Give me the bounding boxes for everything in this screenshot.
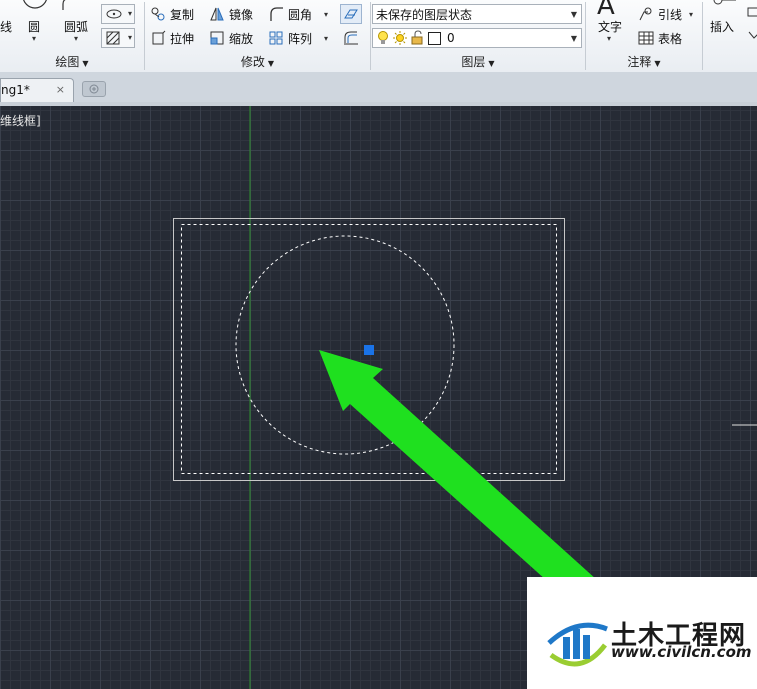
civilcn-logo — [547, 622, 608, 667]
circle-tool[interactable]: 圆 — [28, 16, 40, 36]
layer-color-swatch — [428, 31, 441, 45]
leader-button[interactable]: 引线 ▾ — [638, 4, 693, 24]
unlock-icon — [411, 30, 423, 45]
document-tab-bar: ng1* × — [0, 72, 757, 103]
circle-icon[interactable] — [22, 0, 48, 17]
modify-panel-title[interactable]: 修改 ▼ — [145, 54, 370, 70]
stretch-button[interactable]: 拉伸 — [150, 28, 194, 48]
text-dropdown[interactable]: ▾ — [607, 34, 611, 43]
arc-tool[interactable]: 圆弧 — [64, 16, 88, 36]
bulb-icon — [378, 31, 388, 44]
leader-label: 引线 — [658, 7, 683, 22]
ellipse-icon — [106, 9, 122, 19]
array-label: 阵列 — [288, 31, 313, 46]
text-label: 文字 — [598, 19, 623, 34]
ellipse-button[interactable]: ▾ — [101, 4, 135, 24]
fillet-icon — [270, 7, 283, 21]
explode-button[interactable] — [340, 4, 362, 24]
text-tool[interactable]: 文字 — [598, 16, 622, 36]
stretch-label: 拉伸 — [170, 31, 195, 46]
offset-button[interactable] — [340, 28, 362, 48]
insert-button[interactable]: 插入 — [710, 16, 734, 36]
arc-dropdown[interactable]: ▾ — [74, 34, 78, 43]
insert-label: 插入 — [710, 19, 735, 34]
watermark-box: 土木工程网 www.civilcn.com — [527, 577, 757, 689]
close-icon[interactable]: × — [56, 79, 65, 101]
line-tool[interactable]: 线 — [0, 16, 12, 36]
doc-tab-label: ng1* — [1, 83, 30, 97]
leader-icon — [639, 7, 652, 21]
create-block-icon[interactable] — [746, 4, 757, 47]
layer-panel-title[interactable]: 图层 ▼ — [371, 54, 585, 70]
stretch-icon — [152, 30, 166, 45]
copy-icon — [151, 7, 165, 21]
scale-icon — [210, 31, 224, 45]
hatch-icon — [106, 31, 120, 45]
table-label: 表格 — [658, 31, 683, 46]
insert-block-icon[interactable] — [706, 0, 740, 13]
new-tab-button[interactable] — [82, 81, 106, 97]
scale-label: 缩放 — [229, 31, 254, 46]
ribbon: 线 圆 ▾ 圆弧 ▾ ▾ ▾ 绘图 ▼ 复制 镜像 圆角 ▾ 拉伸 缩放 阵列 … — [0, 0, 757, 73]
layer-state-value: 未保存的图层状态 — [376, 7, 473, 22]
mirror-icon — [210, 7, 224, 21]
sun-icon — [393, 31, 407, 45]
fillet-button[interactable]: 圆角 ▾ — [268, 4, 328, 24]
annotation-panel-title[interactable]: 注释 ▼ — [586, 54, 702, 70]
arc-icon[interactable] — [60, 0, 76, 15]
copy-button[interactable]: 复制 — [150, 4, 194, 24]
mirror-label: 镜像 — [229, 7, 254, 22]
table-button[interactable]: 表格 — [638, 28, 682, 48]
mirror-button[interactable]: 镜像 — [209, 4, 253, 24]
watermark-url: www.civilcn.com — [611, 643, 752, 661]
doc-tab-drawing1[interactable]: ng1* × — [0, 78, 74, 102]
array-button[interactable]: 阵列 ▾ — [268, 28, 328, 48]
fillet-label: 圆角 — [288, 7, 313, 22]
plus-icon — [89, 84, 99, 94]
line-label: 线 — [0, 19, 13, 34]
layer-state-select[interactable]: 未保存的图层状态 ▼ — [372, 4, 582, 24]
layer-select[interactable]: 0 ▼ — [372, 28, 582, 48]
table-icon — [638, 31, 654, 45]
circle-dropdown[interactable]: ▾ — [32, 34, 36, 43]
offset-icon — [344, 31, 358, 45]
array-icon — [269, 31, 283, 45]
center-grip[interactable] — [364, 345, 374, 355]
panel-divider — [702, 2, 703, 70]
circle-label: 圆 — [28, 19, 41, 34]
current-layer-name: 0 — [447, 31, 455, 45]
copy-label: 复制 — [170, 7, 195, 22]
scale-button[interactable]: 缩放 — [209, 28, 253, 48]
explode-icon — [344, 9, 358, 19]
selected-circle[interactable] — [235, 235, 455, 455]
draw-panel-title[interactable]: 绘图 ▼ — [0, 54, 144, 70]
hatch-button[interactable]: ▾ — [101, 28, 135, 48]
arc-label: 圆弧 — [64, 19, 89, 34]
